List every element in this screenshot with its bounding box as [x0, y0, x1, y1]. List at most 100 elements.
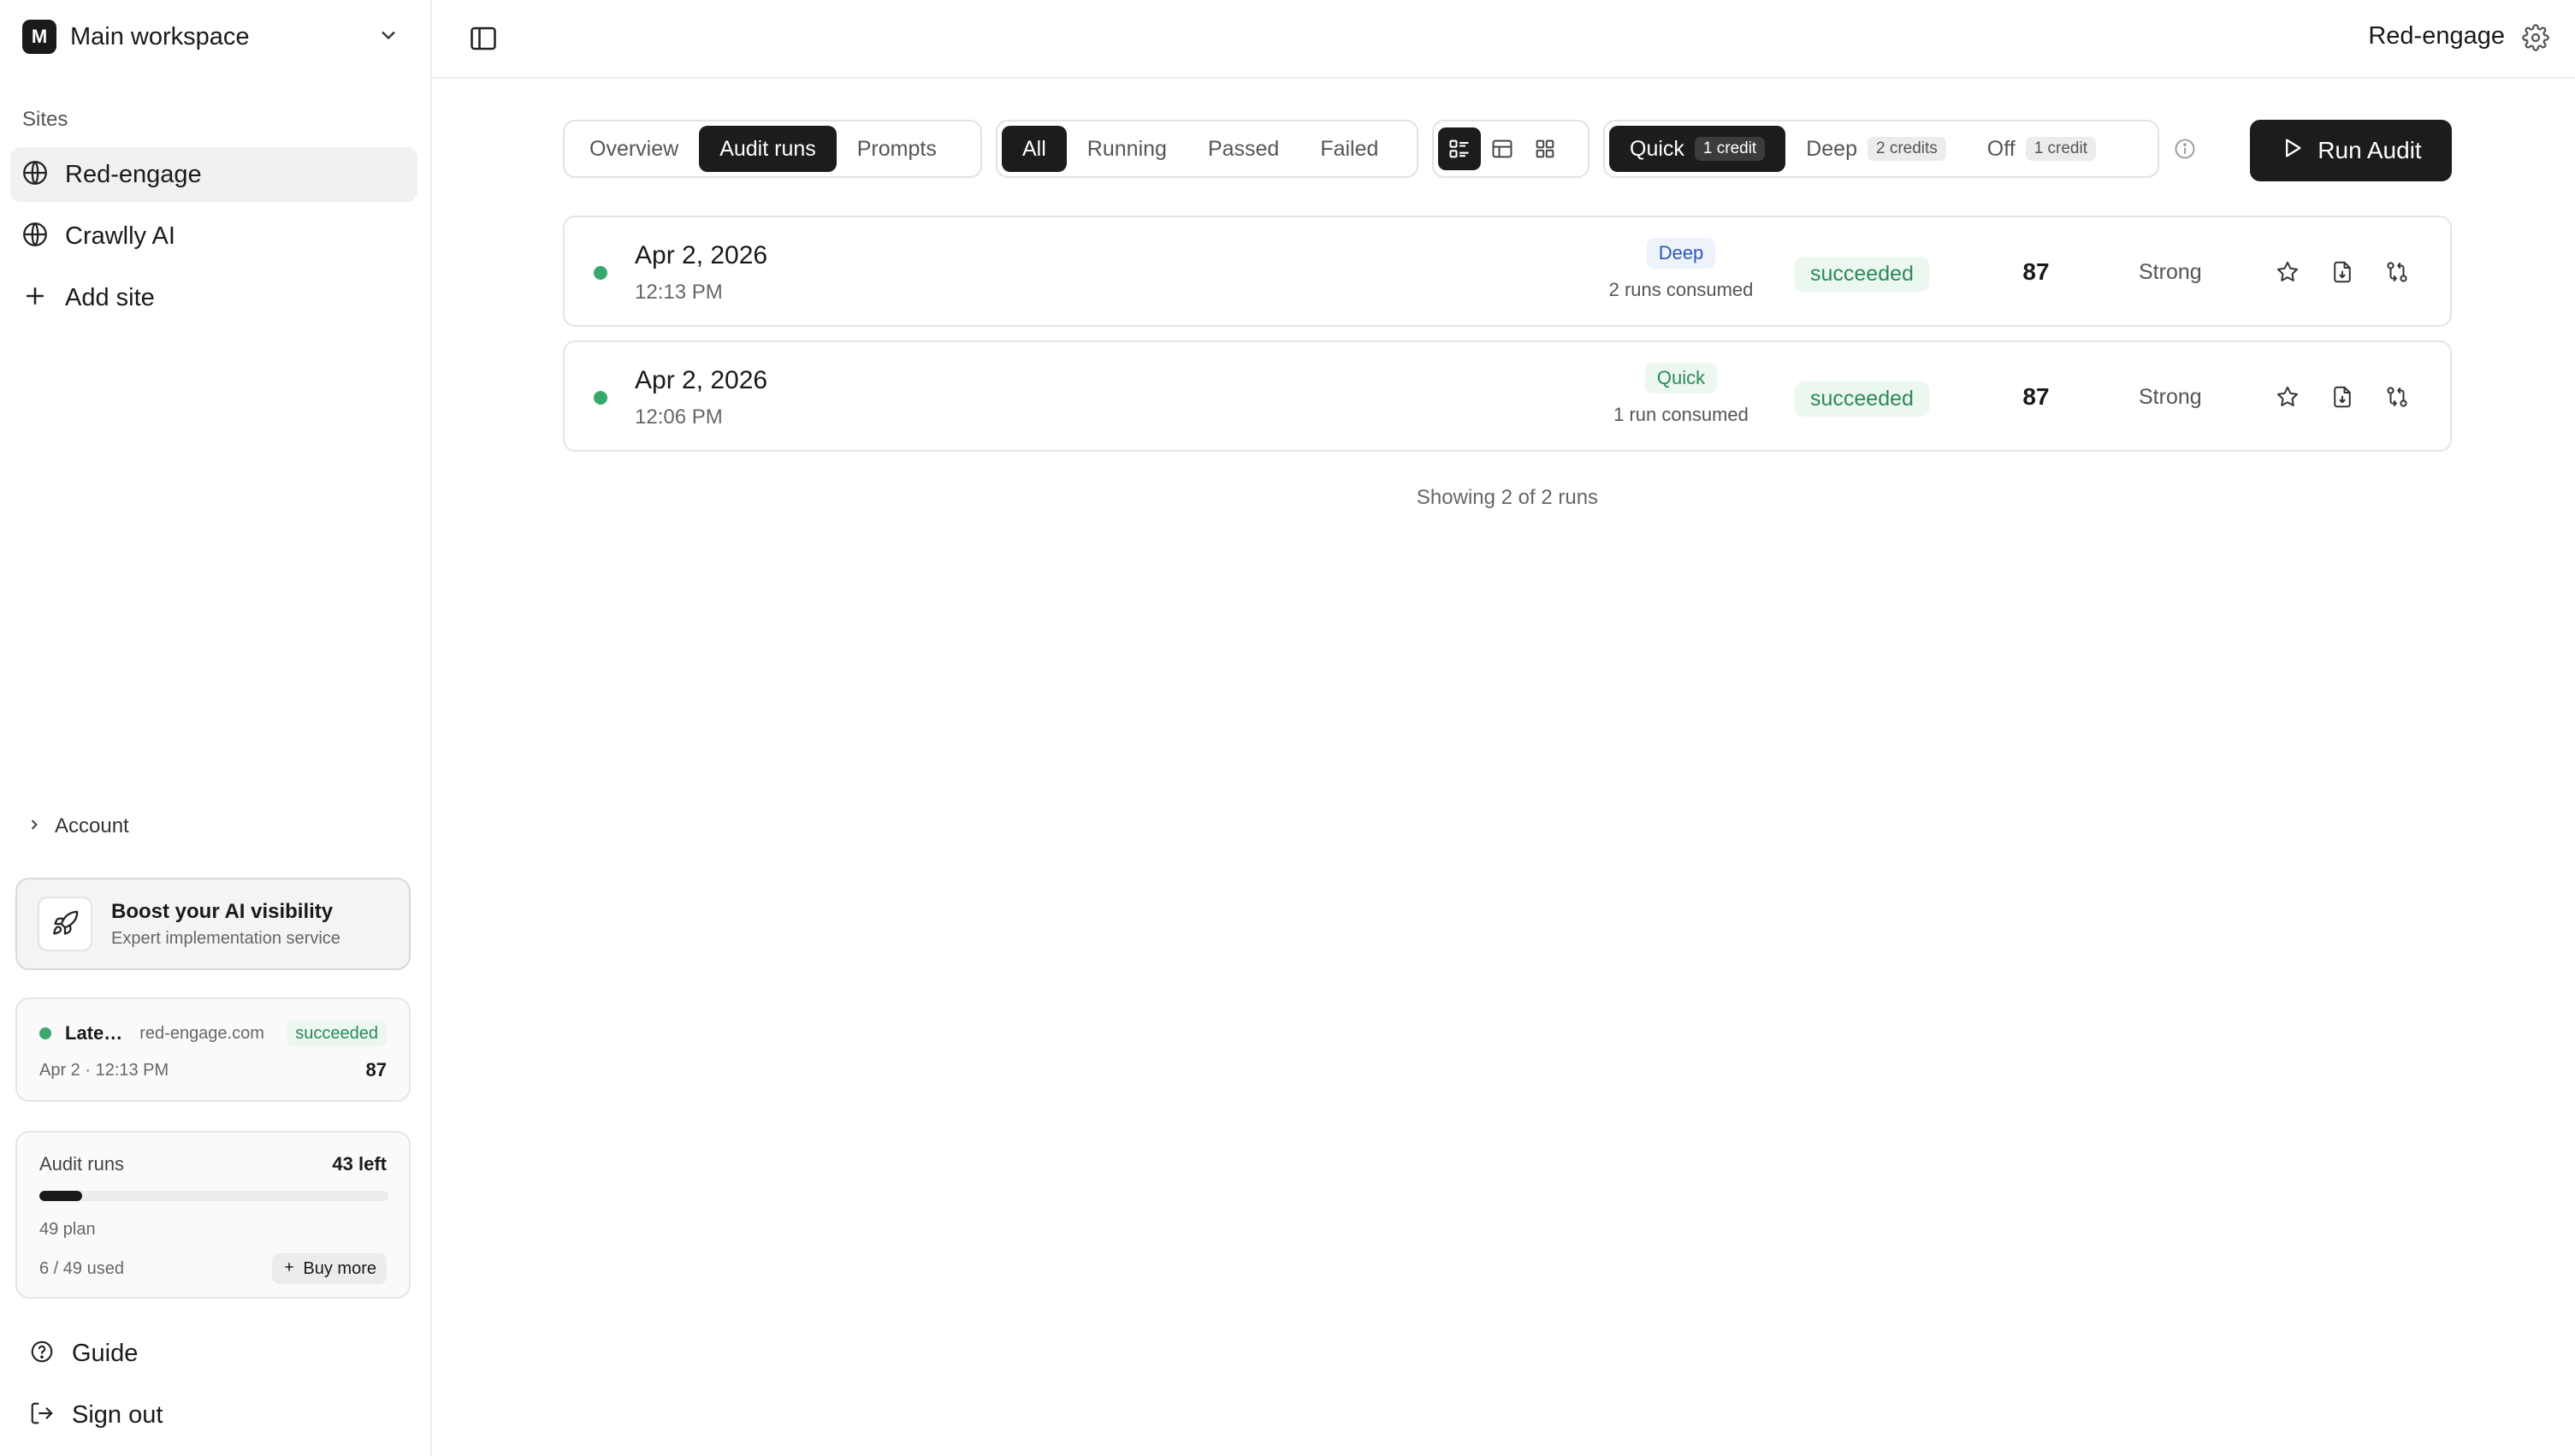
status-badge: succeeded: [1795, 257, 1929, 292]
globe-icon: [21, 158, 50, 192]
table-row[interactable]: Apr 2, 2026 12:13 PM Deep 2 runs consume…: [563, 216, 2452, 327]
run-grade: Strong: [2139, 385, 2202, 409]
guide-label: Guide: [72, 1339, 139, 1367]
compare-icon[interactable]: [2382, 382, 2412, 412]
sidebar-item-label: Red-engage: [65, 160, 202, 188]
mode-label: Quick: [1630, 136, 1684, 161]
info-icon[interactable]: [2173, 137, 2197, 161]
sidebar: M Main workspace Sites Red-engage Crawll…: [0, 0, 432, 1456]
sidebar-item-red-engage[interactable]: Red-engage: [10, 147, 417, 202]
file-download-icon[interactable]: [2327, 257, 2358, 287]
mode-badge: Quick: [1644, 363, 1718, 394]
latest-run-score: 87: [365, 1059, 387, 1080]
account-label: Account: [55, 814, 129, 837]
run-date: Apr 2, 2026: [635, 241, 768, 269]
credits-progress-bar: [39, 1191, 388, 1201]
view-tabs: Overview Audit runs Prompts: [563, 120, 982, 178]
latest-run-domain: red-engage.com: [139, 1023, 264, 1043]
compare-icon[interactable]: [2382, 257, 2412, 287]
mode-quick[interactable]: Quick 1 credit: [1609, 126, 1786, 172]
table-row[interactable]: Apr 2, 2026 12:06 PM Quick 1 run consume…: [563, 340, 2452, 452]
filter-running[interactable]: Running: [1067, 126, 1187, 172]
status-dot: [594, 391, 607, 405]
filter-all[interactable]: All: [1002, 126, 1067, 172]
mode-badge: Deep: [1646, 238, 1716, 269]
mode-off[interactable]: Off 1 credit: [1967, 126, 2116, 172]
play-icon: [2280, 136, 2304, 166]
credits-used: 6 / 49 used: [39, 1258, 124, 1278]
sidebar-item-label: Crawlly AI: [65, 222, 175, 250]
run-score: 87: [2022, 383, 2050, 410]
credits-progress-fill: [39, 1191, 82, 1201]
plus-icon: [282, 1259, 296, 1279]
workspace-name: Main workspace: [70, 22, 250, 50]
credit-badge: 2 credits: [1867, 137, 1946, 161]
table-view-icon[interactable]: [1481, 127, 1524, 170]
workspace-switcher[interactable]: M Main workspace: [10, 10, 412, 63]
page-title: Red-engage: [2368, 22, 2505, 50]
run-time: 12:13 PM: [635, 281, 723, 304]
top-bar: Red-engage: [432, 0, 2575, 79]
tab-prompts[interactable]: Prompts: [837, 126, 957, 172]
audit-mode-selector: Quick 1 credit Deep 2 credits Off 1 cred…: [1603, 120, 2159, 178]
tab-audit-runs[interactable]: Audit runs: [699, 126, 837, 172]
run-consumed: 1 run consumed: [1613, 404, 1749, 425]
filter-passed[interactable]: Passed: [1187, 126, 1299, 172]
status-filter: All Running Passed Failed: [996, 120, 1418, 178]
mode-label: Deep: [1806, 136, 1857, 161]
plus-icon: [21, 281, 50, 315]
audit-credits-card: Audit runs 43 left 49 plan 6 / 49 used B…: [15, 1131, 411, 1299]
toggle-sidebar-icon[interactable]: [468, 23, 499, 54]
star-icon[interactable]: [2272, 382, 2303, 412]
credits-left: 43 left: [332, 1153, 387, 1175]
view-mode-switch: [1432, 120, 1589, 178]
run-consumed: 2 runs consumed: [1608, 279, 1754, 300]
sign-out-link[interactable]: Sign out: [29, 1394, 163, 1435]
file-download-icon[interactable]: [2327, 382, 2358, 412]
chevron-down-icon: [376, 23, 400, 51]
buy-more-button[interactable]: Buy more: [272, 1253, 387, 1284]
status-dot: [39, 1027, 51, 1039]
account-toggle[interactable]: Account: [26, 811, 129, 842]
tab-overview[interactable]: Overview: [569, 126, 699, 172]
credit-badge: 1 credit: [1694, 137, 1766, 161]
workspace-badge: M: [22, 20, 56, 54]
buy-more-label: Buy more: [303, 1258, 376, 1278]
globe-icon: [21, 220, 50, 253]
results-count: Showing 2 of 2 runs: [1416, 486, 1599, 509]
credits-title: Audit runs: [39, 1153, 125, 1175]
help-circle-icon: [29, 1339, 55, 1369]
status-badge: succeeded: [1795, 382, 1929, 417]
mode-deep[interactable]: Deep 2 credits: [1785, 126, 1967, 172]
run-time: 12:06 PM: [635, 405, 723, 429]
run-audit-label: Run Audit: [2318, 137, 2422, 163]
run-grade: Strong: [2139, 260, 2202, 284]
gear-icon[interactable]: [2522, 24, 2549, 51]
boost-visibility-card[interactable]: Boost your AI visibility Expert implemen…: [15, 878, 411, 970]
sidebar-item-crawlly-ai[interactable]: Crawlly AI: [10, 209, 417, 263]
latest-run-time: Apr 2 · 12:13 PM: [39, 1060, 169, 1080]
run-audit-button[interactable]: Run Audit: [2250, 120, 2452, 181]
add-site-label: Add site: [65, 283, 155, 311]
app-root: M Main workspace Sites Red-engage Crawll…: [0, 0, 2575, 1456]
boost-title: Boost your AI visibility: [111, 899, 334, 923]
add-site-button[interactable]: Add site: [10, 270, 417, 325]
chevron-right-icon: [26, 816, 43, 837]
sign-out-label: Sign out: [72, 1400, 163, 1429]
grid-view-icon[interactable]: [1524, 127, 1566, 170]
mode-label: Off: [1986, 136, 2016, 161]
latest-run-card[interactable]: Late… red-engage.com succeeded Apr 2 · 1…: [15, 997, 411, 1102]
boost-subtitle: Expert implementation service: [111, 928, 340, 948]
rocket-icon: [38, 897, 92, 951]
status-dot: [594, 266, 607, 280]
credit-badge: 1 credit: [2025, 137, 2096, 161]
credits-plan: 49 plan: [39, 1220, 96, 1239]
run-date: Apr 2, 2026: [635, 366, 768, 394]
status-badge: succeeded: [287, 1020, 387, 1047]
filter-failed[interactable]: Failed: [1299, 126, 1399, 172]
list-view-icon[interactable]: [1438, 127, 1481, 170]
star-icon[interactable]: [2272, 257, 2303, 287]
run-score: 87: [2022, 258, 2050, 285]
sites-section-label: Sites: [22, 108, 68, 131]
guide-link[interactable]: Guide: [29, 1333, 138, 1374]
